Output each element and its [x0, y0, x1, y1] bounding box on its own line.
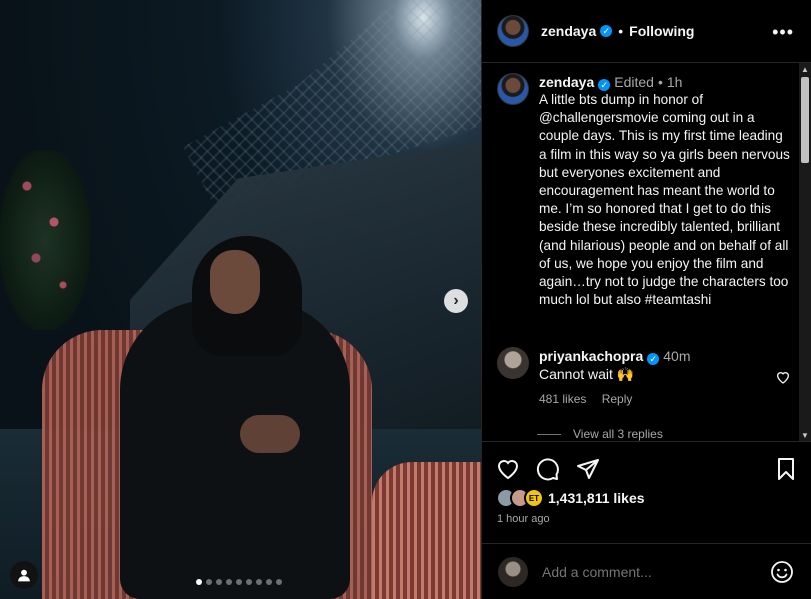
next-slide-button[interactable]: ›: [444, 289, 468, 313]
carousel-dot: [276, 579, 282, 585]
comment-button[interactable]: [536, 457, 560, 481]
carousel-dot: [226, 579, 232, 585]
header-separator: •: [618, 23, 624, 39]
comment-icon: [536, 458, 559, 481]
add-comment-bar: [482, 543, 811, 599]
comment-item: priyankachopra ✓ 40m Cannot wait 🙌 481 lik…: [497, 347, 797, 406]
carousel-dot: [256, 579, 262, 585]
caption: zendaya ✓ Edited • 1h A little bts dump in h…: [497, 73, 794, 309]
carousel-dot: [216, 579, 222, 585]
user-icon: [18, 569, 30, 582]
post-actions: ET 1,431,811 likes 1 hour ago: [482, 441, 811, 543]
carousel-dot: [246, 579, 252, 585]
heart-icon[interactable]: [775, 369, 791, 385]
carousel-dot: [196, 579, 202, 585]
comment-avatar[interactable]: [497, 347, 529, 379]
carousel-dots: [196, 579, 282, 585]
caption-username[interactable]: zendaya: [539, 74, 594, 90]
flower-bush: [0, 150, 90, 330]
carousel-dot: [266, 579, 272, 585]
liker-avatar: ET: [524, 488, 544, 508]
verified-badge-icon: ✓: [600, 25, 613, 37]
share-icon: [577, 459, 599, 479]
view-replies-label: View all 3 replies: [573, 427, 663, 441]
reply-button[interactable]: Reply: [602, 392, 633, 406]
tagged-users-button[interactable]: [10, 561, 38, 589]
following-button[interactable]: Following: [629, 23, 694, 39]
likes-summary[interactable]: ET 1,431,811 likes: [496, 488, 645, 508]
caption-avatar[interactable]: [497, 73, 529, 105]
more-dots-icon[interactable]: •••: [772, 22, 794, 43]
verified-badge-icon: ✓: [647, 353, 660, 365]
comment-time: 40m: [663, 348, 691, 364]
chevron-right-icon: ›: [453, 292, 459, 309]
header-username[interactable]: zendaya: [541, 23, 596, 39]
verified-badge-icon: ✓: [598, 79, 611, 91]
comment-likes[interactable]: 481 likes: [539, 392, 586, 406]
scroll-down-icon[interactable]: ▼: [799, 429, 811, 441]
heart-icon: [497, 460, 519, 480]
likes-count[interactable]: 1,431,811 likes: [548, 490, 645, 506]
post-header: zendaya ✓ • Following •••: [482, 0, 811, 63]
comment-input[interactable]: [542, 563, 752, 580]
person-face: [210, 250, 260, 314]
post-side-panel: zendaya ✓ • Following ••• zendaya ✓ Edited…: [481, 0, 811, 599]
scrollbar[interactable]: ▲ ▼: [799, 63, 811, 441]
view-replies-button[interactable]: View all 3 replies: [537, 427, 663, 441]
emoji-icon[interactable]: [770, 560, 794, 584]
comments-list: zendaya ✓ Edited • 1h A little bts dump in h…: [482, 63, 800, 441]
save-button[interactable]: [774, 457, 798, 481]
bookmark-icon: [778, 458, 794, 480]
like-button[interactable]: [496, 457, 520, 481]
scrollbar-thumb[interactable]: [801, 77, 809, 163]
carousel-dot: [236, 579, 242, 585]
wicker-chair-right: [372, 462, 481, 599]
caption-dot: •: [657, 74, 663, 90]
comment-username[interactable]: priyankachopra: [539, 348, 643, 364]
share-button[interactable]: [576, 457, 600, 481]
divider: [537, 433, 561, 435]
carousel-dot: [206, 579, 212, 585]
avatar[interactable]: [497, 15, 529, 47]
scroll-up-icon[interactable]: ▲: [799, 63, 811, 75]
caption-text: A little bts dump in honor of @challenge…: [539, 92, 790, 308]
edited-label: Edited: [614, 74, 654, 90]
post-timestamp[interactable]: 1 hour ago: [497, 513, 550, 525]
comment-text: Cannot wait 🙌: [539, 366, 635, 382]
post-photo[interactable]: ›: [0, 0, 481, 599]
my-avatar: [498, 556, 528, 587]
caption-time: 1h: [666, 74, 683, 90]
person-hand: [240, 415, 300, 453]
